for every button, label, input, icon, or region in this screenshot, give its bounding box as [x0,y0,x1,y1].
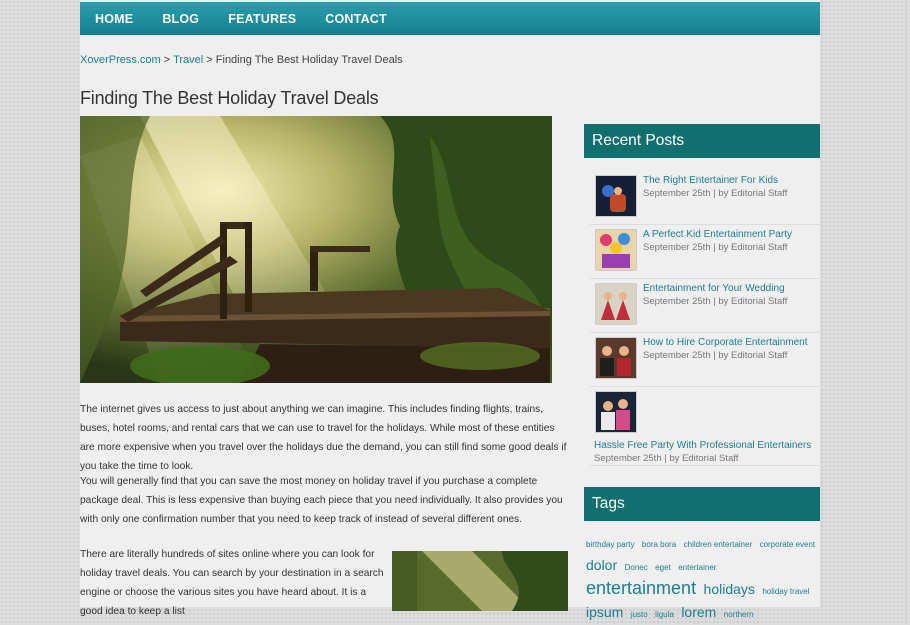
post-meta: September 25th | by Editorial Staff [643,296,788,307]
breadcrumb-separator: > [206,54,213,66]
tag-link[interactable]: ligula [655,610,674,619]
tag-link[interactable]: holidays [704,581,755,597]
tag-link[interactable]: corporate event [760,540,816,549]
tag-link[interactable]: entertainment [586,578,696,598]
nav-home[interactable]: Home [80,12,147,26]
post-title-link[interactable]: Hassle Free Party With Professional Ente… [594,440,811,451]
post-thumbnail[interactable] [595,391,637,433]
breadcrumb-separator: > [163,54,171,66]
post-thumbnail[interactable] [595,337,637,379]
tag-link[interactable]: lorem [681,604,716,620]
hero-image [80,116,552,383]
tag-link[interactable]: eget [655,563,671,572]
post-title-link[interactable]: A Perfect Kid Entertainment Party [643,229,792,240]
tag-cloud: birthday party bora bora children entert… [586,532,820,625]
tag-link[interactable]: northern [724,610,754,619]
breadcrumb-current: Finding The Best Holiday Travel Deals [215,54,403,66]
main-nav: Home Blog Features Contact [80,2,820,35]
post-thumbnail[interactable] [595,283,637,325]
post-title-link[interactable]: How to Hire Corporate Entertainment [643,337,808,348]
nav-features[interactable]: Features [213,12,310,26]
article-paragraph: You will generally find that you can sav… [80,476,563,525]
breadcrumb-home-link[interactable]: XoverPress.com [80,54,161,66]
article-paragraph: The internet gives us access to just abo… [80,404,567,472]
tag-link[interactable]: Donec [625,563,648,572]
tag-link[interactable]: entertainer [678,563,716,572]
tag-link[interactable]: children entertainer [684,540,752,549]
post-thumbnail[interactable] [595,229,637,271]
post-meta: September 25th | by Editorial Staff [643,242,788,253]
tag-link[interactable]: bora bora [642,540,676,549]
recent-post-item[interactable]: How to Hire Corporate Entertainment Sept… [590,337,826,387]
tag-link[interactable]: ipsum [586,604,623,620]
page-title: Finding The Best Holiday Travel Deals [80,88,379,108]
tags-title: Tags [592,495,625,512]
post-title-link[interactable]: Entertainment for Your Wedding [643,283,785,294]
tags-header: Tags [584,487,820,521]
recent-post-item[interactable]: A Perfect Kid Entertainment Party Septem… [590,229,826,279]
tag-link[interactable]: holiday travel [762,587,809,596]
breadcrumb: XoverPress.com > Travel > Finding The Be… [80,54,403,66]
tag-link[interactable]: dolor [586,557,617,573]
recent-post-item[interactable]: Hassle Free Party With Professional Ente… [590,391,826,466]
tag-link[interactable]: birthday party [586,540,634,549]
post-title-link[interactable]: The Right Entertainer For Kids [643,175,778,186]
inline-article-image [392,551,568,611]
post-meta: September 25th | by Editorial Staff [643,350,788,361]
post-meta: September 25th | by Editorial Staff [643,188,788,199]
recent-post-item[interactable]: Entertainment for Your Wedding September… [590,283,826,333]
recent-posts-header: Recent Posts [584,124,820,158]
nav-blog[interactable]: Blog [147,12,213,26]
recent-post-item[interactable]: The Right Entertainer For Kids September… [590,175,826,225]
tag-link[interactable]: justo [631,610,648,619]
breadcrumb-category-link[interactable]: Travel [173,54,203,66]
post-thumbnail[interactable] [595,175,637,217]
recent-posts-title: Recent Posts [592,132,685,149]
article-paragraph: There are literally hundreds of sites on… [80,549,384,617]
nav-contact[interactable]: Contact [310,12,401,26]
post-meta: September 25th | by Editorial Staff [594,453,739,464]
